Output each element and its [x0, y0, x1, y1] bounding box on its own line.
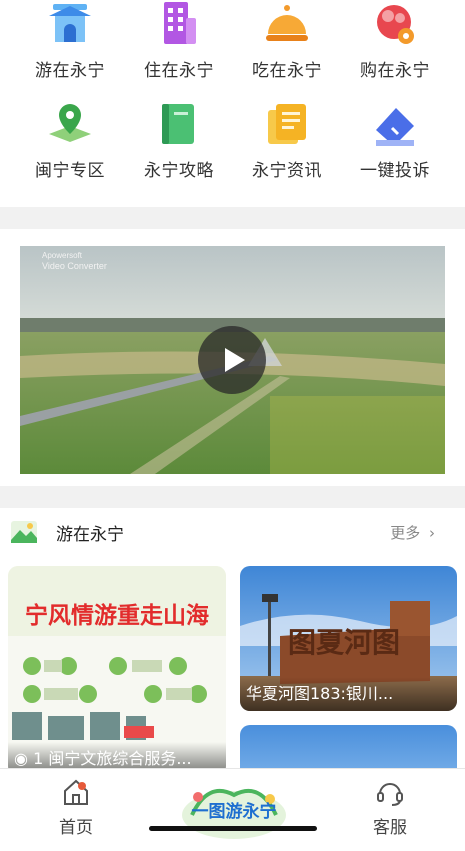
attraction-card[interactable]: 宁风情游重走山海 ◉ 1 闽宁文旅综合服务...: [8, 566, 226, 776]
section-title: 游在永宁: [56, 525, 124, 545]
card-caption-text: 1 闽宁文旅综合服务...: [33, 749, 192, 768]
category-grid: 游在永宁 住在永宁 吃在永宁 购在永宁 闽宁专区 永宁攻略 永宁资讯 一键投诉: [0, 0, 465, 207]
category-complaint[interactable]: 一键投诉: [337, 100, 453, 195]
category-label: 购在永宁: [360, 61, 430, 81]
tab-service[interactable]: 客服: [330, 769, 450, 849]
play-icon: [225, 348, 245, 372]
more-link[interactable]: 更多 ›: [390, 522, 435, 543]
category-shopping[interactable]: 购在永宁: [337, 0, 453, 95]
category-label: 永宁资讯: [252, 161, 322, 181]
center-logo-text: 一图游永宁: [191, 802, 277, 822]
guide-book-icon: [162, 104, 194, 144]
card-caption: 华夏河图183:银川...: [240, 677, 457, 711]
section-divider: [0, 486, 465, 508]
pavilion-icon: [49, 4, 91, 42]
video-player[interactable]: Apowersoft Video Converter: [20, 246, 445, 474]
category-minning[interactable]: 闽宁专区: [12, 100, 128, 195]
category-label: 吃在永宁: [252, 61, 322, 81]
attraction-card[interactable]: 图夏河图 华夏河图183:银川...: [240, 566, 457, 711]
tab-home-label: 首页: [59, 818, 93, 838]
category-label: 永宁攻略: [144, 161, 214, 181]
category-travel[interactable]: 游在永宁: [12, 0, 128, 95]
home-indicator: [149, 826, 317, 831]
tab-home[interactable]: 首页: [16, 769, 136, 849]
headset-icon: [377, 783, 403, 806]
tab-service-label: 客服: [373, 818, 407, 838]
location-pin-map-icon: [49, 104, 91, 142]
chevron-right-icon: ›: [429, 524, 435, 542]
category-label: 一键投诉: [360, 161, 430, 181]
landscape-icon: [11, 521, 37, 543]
poster-headline: 宁风情游重走山海: [25, 603, 209, 629]
video-watermark: Apowersoft Video Converter: [42, 250, 107, 272]
bottom-tab-bar: 首页 一图游永宁 客服: [0, 768, 465, 851]
section-divider: [0, 207, 465, 229]
section-header: 游在永宁 更多 ›: [0, 508, 465, 560]
hotel-building-icon: [164, 2, 196, 44]
sign-text: 图夏河图: [288, 626, 401, 659]
category-label: 住在永宁: [144, 61, 214, 81]
watermark-line2: Video Converter: [42, 261, 107, 271]
category-stay[interactable]: 住在永宁: [121, 0, 237, 95]
complaint-pen-icon: [376, 108, 414, 146]
category-label: 游在永宁: [35, 61, 105, 81]
location-pin-icon: ◉: [14, 749, 28, 768]
more-label: 更多: [390, 524, 421, 542]
center-logo[interactable]: 一图游永宁: [178, 775, 290, 841]
shopping-flower-icon: [377, 5, 414, 44]
food-cloche-icon: [266, 5, 308, 41]
category-guide[interactable]: 永宁攻略: [121, 100, 237, 195]
home-icon: [64, 779, 88, 805]
category-news[interactable]: 永宁资讯: [229, 100, 345, 195]
news-document-icon: [268, 104, 306, 144]
watermark-line1: Apowersoft: [42, 251, 83, 260]
category-food[interactable]: 吃在永宁: [229, 0, 345, 95]
category-label: 闽宁专区: [35, 161, 105, 181]
play-button[interactable]: [198, 326, 266, 394]
